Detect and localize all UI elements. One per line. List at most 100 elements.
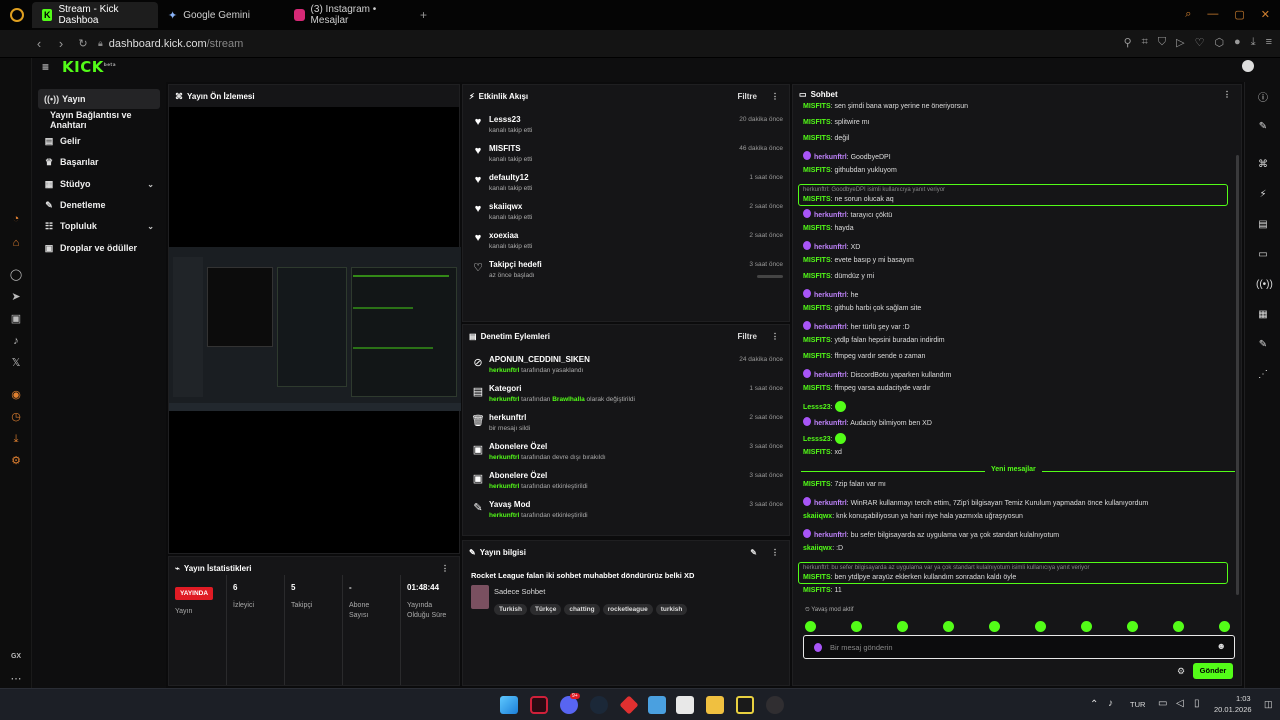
chat-message[interactable]: herkunftrl: DiscordBotu yaparken kulland…: [803, 369, 951, 379]
telegram-icon[interactable]: ➤: [9, 290, 23, 304]
nav-item-topluluk[interactable]: ☷ Topluluk ⌄: [38, 216, 160, 236]
chat-username[interactable]: herkunftrl: [814, 532, 847, 539]
actor-name[interactable]: herkunftrl: [489, 396, 519, 403]
notifications-icon[interactable]: ◫: [1264, 699, 1273, 710]
chevron-up-icon[interactable]: ⌃: [1090, 699, 1098, 710]
actor-name[interactable]: herkunftrl: [489, 367, 519, 374]
chat-username[interactable]: herkunftrl: [814, 324, 847, 331]
chat-username[interactable]: herkunftrl: [814, 244, 847, 251]
chat-username[interactable]: MISFITS: [803, 587, 831, 594]
chat-message[interactable]: MISFITS: github harbi çok sağlam site: [803, 305, 921, 312]
moderation-item[interactable]: ✎ Yavaş Mod herkunftrl tarafından etkinleş…: [471, 497, 783, 525]
search-icon[interactable]: ⌕: [1185, 8, 1191, 21]
shield-icon[interactable]: ⛉: [1158, 36, 1166, 49]
chat-username[interactable]: MISFITS: [803, 353, 831, 360]
chat-message[interactable]: MISFITS: splitwire mı: [803, 119, 870, 126]
actor-name[interactable]: herkunftrl: [489, 454, 519, 461]
tab-google-gemini[interactable]: ✦ Google Gemini: [158, 2, 284, 28]
activity-item[interactable]: ♥ defaulty12 kanalı takip etti 1 saat önce: [471, 170, 783, 198]
user-avatar[interactable]: [1242, 60, 1254, 72]
settings-icon[interactable]: ⚙: [9, 454, 23, 468]
wrench-toggle-icon[interactable]: ✎: [1256, 338, 1270, 352]
more-options-icon[interactable]: ⋮: [771, 332, 779, 341]
opera-logo-icon[interactable]: [10, 8, 24, 22]
edit-icon[interactable]: ✎: [750, 548, 757, 557]
nav-item-droplar[interactable]: ▣ Droplar ve ödüller: [38, 238, 160, 258]
chat-message[interactable]: MISFITS: 7zip falan var mı: [803, 481, 886, 488]
filter-button[interactable]: Filtre: [737, 92, 757, 101]
activity-item[interactable]: ♥ skaiiqwx kanalı takip etti 2 saat önce: [471, 199, 783, 227]
chat-username[interactable]: skaiiqwx: [803, 545, 832, 552]
chat-message[interactable]: MISFITS: değil: [803, 135, 849, 142]
aria-icon[interactable]: ◔: [9, 212, 23, 226]
info-icon[interactable]: ⓘ: [1256, 92, 1270, 106]
close-icon[interactable]: ✕: [1261, 8, 1270, 21]
more-options-icon[interactable]: ⋮: [771, 92, 779, 101]
nav-item-basarilar[interactable]: ♛ Başarılar: [38, 152, 160, 172]
downloads-icon[interactable]: ⤓: [9, 432, 23, 446]
chat-message[interactable]: Lesss23:: [803, 401, 846, 412]
chat-message[interactable]: herkunftrl: he: [803, 289, 858, 299]
reload-icon[interactable]: ↻: [72, 37, 94, 50]
chat-message[interactable]: MISFITS: ytdlp falan hepsini buradan ind…: [803, 337, 945, 344]
chat-username[interactable]: MISFITS: [803, 135, 831, 142]
tag[interactable]: Türkçe: [530, 604, 562, 615]
chat-message[interactable]: MISFITS: ffmpeg vardır sende o zaman: [803, 353, 925, 360]
stream-preview-video[interactable]: [169, 247, 461, 411]
actor-name[interactable]: herkunftrl: [489, 512, 519, 519]
whatsapp-icon[interactable]: ◯: [9, 268, 23, 282]
forward-icon[interactable]: ›: [50, 36, 72, 51]
snapshot-icon[interactable]: ⌗: [1142, 36, 1148, 49]
moderation-item[interactable]: ▣ Abonelere Özel herkunftrl tarafından dev…: [471, 439, 783, 467]
activity-toggle-icon[interactable]: ⚡︎: [1256, 188, 1270, 202]
chat-toggle-icon[interactable]: ▭: [1256, 248, 1270, 262]
chat-message[interactable]: MISFITS: hayda: [803, 225, 854, 232]
activity-item[interactable]: ♥ MISFITS kanalı takip etti 46 dakika önce: [471, 141, 783, 169]
volume-icon[interactable]: ◁: [1176, 698, 1184, 709]
back-icon[interactable]: ‹: [28, 36, 50, 51]
moderation-item[interactable]: 🗑︎ herkunftrl bir mesajı sildi 2 saat önce: [471, 410, 783, 438]
chat-username[interactable]: MISFITS: [803, 449, 831, 456]
chat-message[interactable]: skaiiqwx: knk konuşabiliyosun ya hani ni…: [803, 513, 1023, 520]
nav-item-yayin[interactable]: ((•)) Yayın: [38, 89, 160, 109]
more-options-icon[interactable]: ⋮: [771, 548, 779, 557]
chat-message[interactable]: Lesss23:: [803, 433, 846, 444]
pencil-icon[interactable]: ✎: [1256, 120, 1270, 134]
broadcast-toggle-icon[interactable]: ((•)): [1256, 278, 1273, 292]
nav-item-gelir[interactable]: ▤ Gelir: [38, 131, 160, 151]
chat-username[interactable]: herkunftrl: [814, 372, 847, 379]
reply-message[interactable]: herkunftrl: bu sefer bilgisayarda az uyg…: [798, 562, 1228, 584]
opera-gx-icon[interactable]: [530, 696, 548, 714]
activity-item[interactable]: ♥ Lesss23 kanalı takip etti 20 dakika önce: [471, 112, 783, 140]
steam-icon[interactable]: [590, 696, 608, 714]
profile-icon[interactable]: ●: [1234, 36, 1241, 49]
nav-item-stream-key[interactable]: Yayın Bağlantısı ve Anahtarı: [38, 110, 160, 130]
chat-username[interactable]: herkunftrl: [814, 212, 847, 219]
chat-username[interactable]: Lesss23: [803, 404, 831, 411]
play-icon[interactable]: ▷: [1176, 36, 1184, 49]
chat-message[interactable]: herkunftrl: her türlü şey var :D: [803, 321, 910, 331]
heart-icon[interactable]: ♡: [1195, 36, 1205, 49]
microphone-icon[interactable]: ♪: [1108, 698, 1113, 709]
activity-item[interactable]: ♥ xoexiaa kanalı takip etti 2 saat önce: [471, 228, 783, 256]
emote-shortcut-icon[interactable]: [1173, 621, 1184, 632]
hamburger-icon[interactable]: ≡: [42, 60, 49, 74]
network-icon[interactable]: ▭: [1158, 698, 1167, 709]
chat-username[interactable]: MISFITS: [803, 103, 831, 110]
emote-shortcut-icon[interactable]: [805, 621, 816, 632]
chat-scrollbar[interactable]: [1236, 155, 1239, 595]
chat-username[interactable]: MISFITS: [803, 337, 831, 344]
emoji-icon[interactable]: ☻: [1217, 641, 1226, 651]
chat-username[interactable]: herkunftrl: [814, 500, 847, 507]
chat-message[interactable]: herkunftrl: bu sefer bilgisayarda az uyg…: [803, 529, 1059, 539]
chat-message[interactable]: MISFITS: dümdüz y mi: [803, 273, 874, 280]
tab-instagram[interactable]: (3) Instagram • Mesajlar: [284, 2, 414, 28]
terminal-icon[interactable]: [736, 696, 754, 714]
stats-toggle-icon[interactable]: ▤: [1256, 218, 1270, 232]
chat-message[interactable]: MISFITS: xd: [803, 449, 842, 456]
download-icon[interactable]: ⤓: [1251, 36, 1256, 49]
chat-message[interactable]: MISFITS: 11: [803, 587, 842, 594]
chat-message[interactable]: MISFITS: sen şimdi bana warp yerine ne ö…: [803, 103, 968, 110]
chat-username[interactable]: MISFITS: [803, 574, 831, 581]
x-icon[interactable]: 𝕏: [9, 356, 23, 370]
